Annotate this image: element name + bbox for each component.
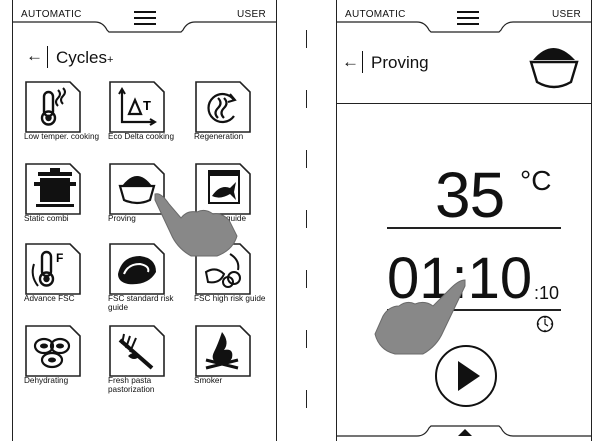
- mode-automatic[interactable]: AUTOMATIC: [345, 9, 406, 20]
- temperature-underline: [387, 227, 561, 229]
- menu-icon[interactable]: [134, 11, 156, 26]
- title-divider: [362, 51, 363, 73]
- tile-label: Smoker: [194, 376, 223, 385]
- page-title: Cycles+: [56, 48, 114, 67]
- top-bar: AUTOMATIC USER: [13, 0, 276, 33]
- tile-label: FSC standard risk guide: [108, 294, 174, 312]
- tile-label: Static combi: [24, 214, 69, 223]
- tile-fresh-pasta[interactable]: [108, 324, 165, 377]
- pointer-hand-icon: [154, 193, 238, 257]
- top-bar: AUTOMATIC USER: [337, 0, 591, 33]
- separator-tick: [306, 150, 307, 168]
- tile-label: Eco Delta cooking: [108, 132, 174, 141]
- tile-low-temp-cooking[interactable]: [24, 80, 81, 133]
- separator-tick: [306, 30, 307, 48]
- svg-text:F: F: [56, 251, 63, 265]
- tile-eco-delta-cooking[interactable]: T: [108, 80, 165, 133]
- tile-label: FSC high risk guide: [194, 294, 266, 303]
- header-divider: [337, 103, 591, 104]
- separator-tick: [306, 270, 307, 288]
- separator-tick: [306, 330, 307, 348]
- svg-text:T: T: [143, 98, 151, 113]
- tile-advance-fsc[interactable]: F: [24, 242, 81, 295]
- tile-regeneration[interactable]: [194, 80, 251, 133]
- back-arrow-icon[interactable]: ←: [342, 52, 359, 72]
- tile-static-combi[interactable]: [24, 162, 81, 215]
- pot-icon: [38, 172, 72, 176]
- tile-label: Low temper. cooking: [24, 132, 100, 141]
- title-divider: [47, 46, 48, 68]
- bottom-drawer-handle[interactable]: [337, 416, 592, 441]
- cycles-screen: AUTOMATIC USER ← Cycles+ Low temper. coo…: [12, 0, 277, 441]
- temperature-unit: °C: [520, 165, 552, 196]
- chevron-up-icon: [458, 429, 472, 436]
- separator-tick: [306, 90, 307, 108]
- pointer-hand-icon: [374, 279, 466, 355]
- tile-label: Fresh pasta pastorization: [108, 376, 155, 394]
- proving-bowl-icon: [529, 48, 579, 89]
- menu-icon[interactable]: [457, 11, 479, 26]
- tile-smoker[interactable]: [194, 324, 251, 377]
- time-seconds: :10: [534, 283, 560, 303]
- temperature-value[interactable]: 35: [435, 163, 505, 227]
- mode-automatic[interactable]: AUTOMATIC: [21, 9, 82, 20]
- timer-icon[interactable]: [536, 315, 554, 333]
- mode-user[interactable]: USER: [237, 9, 266, 20]
- tile-label: Regeneration: [194, 132, 244, 141]
- separator-tick: [306, 390, 307, 408]
- tile-dehydrating[interactable]: [24, 324, 81, 377]
- separator-tick: [306, 210, 307, 228]
- page-title: Proving: [371, 53, 429, 72]
- tile-label: Advance FSC: [24, 294, 75, 303]
- back-arrow-icon[interactable]: ←: [26, 46, 43, 66]
- proving-screen: AUTOMATIC USER ← Proving 35 °C 01:10 :10…: [336, 0, 592, 441]
- tile-label: Dehydrating: [24, 376, 69, 385]
- mode-user[interactable]: USER: [552, 9, 581, 20]
